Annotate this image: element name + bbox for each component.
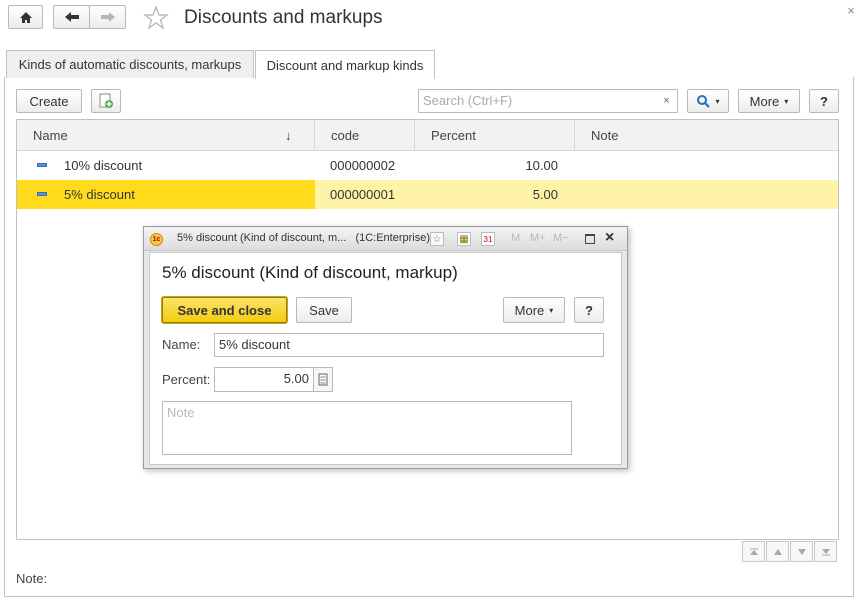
chevron-down-icon: ▾: [549, 305, 554, 315]
row-percent: 5.00: [532, 187, 558, 202]
move-up-icon: [773, 548, 782, 555]
row-name: 10% discount: [64, 158, 143, 173]
more-label: More: [514, 302, 545, 318]
move-last-button[interactable]: [814, 541, 837, 562]
row-note: [591, 180, 831, 209]
move-down-button[interactable]: [790, 541, 813, 562]
home-button[interactable]: [8, 5, 43, 29]
dialog-window-title: 5% discount (Kind of discount, m... (1C:…: [177, 232, 431, 244]
row-name: 5% discount: [64, 187, 135, 202]
row-note: [591, 151, 831, 180]
memory-m-button[interactable]: M: [511, 232, 520, 244]
move-last-icon: [821, 548, 830, 555]
search-button[interactable]: ▾: [687, 89, 729, 113]
calculator-icon: [318, 373, 328, 386]
chevron-down-icon: ▾: [715, 96, 720, 106]
home-icon: [19, 11, 32, 23]
move-up-button[interactable]: [766, 541, 789, 562]
copy-button[interactable]: [91, 89, 121, 113]
dialog-heading: 5% discount (Kind of discount, markup): [162, 263, 458, 282]
table-row[interactable]: 10% discount 000000002 10.00: [17, 151, 838, 180]
forward-button[interactable]: [89, 5, 126, 29]
sort-arrow-icon: ↓: [285, 128, 292, 143]
memory-minus-button[interactable]: M−: [553, 232, 569, 244]
row-code: 000000002: [330, 158, 396, 173]
percent-field[interactable]: 5.00: [214, 367, 314, 392]
column-header-percent[interactable]: Percent: [415, 120, 575, 151]
close-icon[interactable]: ×: [845, 4, 857, 18]
favorite-star-icon[interactable]: [143, 5, 169, 31]
percent-label: Percent:: [162, 372, 211, 387]
save-and-close-button[interactable]: Save and close: [161, 296, 288, 324]
more-label: More: [749, 93, 780, 109]
arrow-left-icon: [64, 12, 79, 22]
row-percent: 10.00: [525, 158, 558, 173]
dialog-more-button[interactable]: More ▾: [503, 297, 565, 323]
note-label: Note:: [16, 571, 48, 586]
create-button[interactable]: Create: [16, 89, 82, 113]
column-header-note[interactable]: Note: [575, 120, 838, 151]
discount-kind-dialog[interactable]: 1c 5% discount (Kind of discount, m... (…: [143, 226, 628, 469]
name-field[interactable]: 5% discount: [214, 333, 604, 357]
calculator-icon[interactable]: ▦: [457, 232, 471, 246]
name-label: Name:: [162, 337, 201, 352]
table-row-selected[interactable]: 5% discount 000000001 5.00: [17, 180, 838, 209]
favorite-icon[interactable]: ☆: [430, 232, 444, 246]
dialog-titlebar[interactable]: 1c 5% discount (Kind of discount, m... (…: [144, 227, 627, 251]
help-button[interactable]: ?: [809, 89, 839, 113]
more-button[interactable]: More ▾: [738, 89, 800, 113]
move-first-button[interactable]: [742, 541, 765, 562]
search-input[interactable]: Search (Ctrl+F): [418, 89, 657, 113]
back-button[interactable]: [53, 5, 90, 29]
dialog-help-button[interactable]: ?: [574, 297, 604, 323]
note-textarea[interactable]: Note: [162, 401, 572, 455]
move-down-icon: [797, 548, 806, 555]
row-code: 000000001: [330, 187, 396, 202]
column-header-name[interactable]: Name ↓: [17, 120, 315, 151]
move-first-icon: [749, 548, 758, 555]
arrow-right-icon: [100, 12, 115, 22]
add-copy-icon: [99, 93, 113, 108]
search-icon: [697, 95, 711, 108]
column-header-code[interactable]: code: [315, 120, 415, 151]
calendar-icon[interactable]: 31: [481, 232, 495, 246]
memory-plus-button[interactable]: M+: [530, 232, 546, 244]
clear-search-button[interactable]: ×: [656, 89, 678, 113]
app-logo-icon: 1c: [150, 233, 163, 246]
page-title: Discounts and markups: [184, 7, 383, 28]
percent-calculator-button[interactable]: [313, 367, 333, 392]
tab-discount-kinds[interactable]: Discount and markup kinds: [255, 50, 435, 79]
maximize-icon[interactable]: [585, 234, 595, 244]
table-header: Name ↓ code Percent Note: [17, 120, 838, 151]
chevron-down-icon: ▾: [784, 96, 789, 106]
close-icon[interactable]: ×: [605, 230, 614, 246]
tab-automatic-discounts[interactable]: Kinds of automatic discounts, markups: [6, 50, 254, 78]
discount-kind-icon: [37, 163, 47, 167]
dialog-body: 5% discount (Kind of discount, markup) S…: [149, 252, 622, 465]
save-button[interactable]: Save: [296, 297, 352, 323]
discount-kind-icon: [37, 192, 47, 196]
